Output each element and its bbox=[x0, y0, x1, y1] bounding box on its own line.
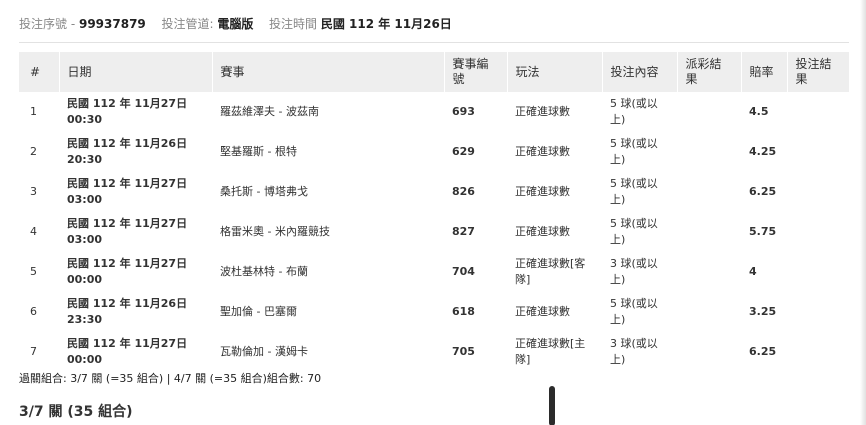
cell-date: 民國 112 年 11月27日 00:00 bbox=[67, 257, 188, 286]
cell-payout bbox=[677, 252, 741, 292]
cell-match: 堅基羅斯 - 根特 bbox=[220, 145, 297, 158]
channel-value: 電腦版 bbox=[217, 17, 254, 31]
time-value: 民國 112 年 11月26日 bbox=[320, 17, 452, 31]
cell-date: 民國 112 年 11月27日 00:30 bbox=[67, 97, 188, 126]
scrollbar-thumb[interactable] bbox=[549, 386, 555, 425]
header-match-code: 賽事編號 bbox=[444, 52, 508, 92]
cell-odds: 6.25 bbox=[749, 185, 777, 198]
serial-value: 99937879 bbox=[78, 17, 146, 31]
table-row: 3 民國 112 年 11月27日 03:00 桑托斯 - 博塔弗戈 826 正確進球數… bbox=[19, 172, 849, 212]
cell-result bbox=[787, 252, 849, 292]
header-match: 賽事 bbox=[212, 52, 445, 92]
bet-table: # 日期 賽事 賽事編號 玩法 投注內容 派彩結果 賠率 投注結果 1 民國 11… bbox=[19, 52, 850, 372]
cell-match-code: 826 bbox=[452, 185, 475, 198]
cell-odds: 6.25 bbox=[749, 345, 777, 358]
cell-date: 民國 112 年 11月27日 03:00 bbox=[67, 217, 188, 246]
cell-no: 1 bbox=[30, 105, 37, 118]
cell-no: 5 bbox=[30, 265, 37, 278]
bet-detail-page: 投注序號 - 99937879 投注管道: 電腦版 投注時間 民國 112 年 … bbox=[0, 0, 866, 425]
cell-date: 民國 112 年 11月26日 20:30 bbox=[67, 137, 188, 166]
cell-payout bbox=[677, 132, 741, 172]
cell-match: 羅茲維澤夫 - 波茲南 bbox=[220, 105, 319, 118]
cell-play: 正確進球數 bbox=[515, 185, 570, 198]
cell-match-code: 705 bbox=[452, 345, 475, 358]
header-odds: 賠率 bbox=[741, 52, 788, 92]
cell-content: 3 球(或以上) bbox=[610, 337, 658, 366]
time-label: 投注時間 bbox=[268, 17, 317, 31]
cell-content: 5 球(或以上) bbox=[610, 217, 658, 246]
cell-result bbox=[787, 92, 849, 132]
cell-play: 正確進球數[主隊] bbox=[515, 337, 586, 366]
channel-label: 投注管道: bbox=[161, 17, 214, 31]
cell-content: 5 球(或以上) bbox=[610, 97, 658, 126]
cell-payout bbox=[677, 92, 741, 132]
cell-match: 桑托斯 - 博塔弗戈 bbox=[220, 185, 308, 198]
header-divider bbox=[19, 42, 849, 43]
cell-match-code: 618 bbox=[452, 305, 475, 318]
cell-match: 聖加倫 - 巴塞爾 bbox=[220, 305, 297, 318]
table-row: 6 民國 112 年 11月26日 23:30 聖加倫 - 巴塞爾 618 正確進球數 5… bbox=[19, 292, 849, 332]
cell-no: 7 bbox=[30, 345, 37, 358]
cell-play: 正確進球數 bbox=[515, 305, 570, 318]
cell-match-code: 629 bbox=[452, 145, 475, 158]
cell-payout bbox=[677, 212, 741, 252]
section-title: 3/7 關 (35 組合) bbox=[19, 404, 133, 420]
header-result: 投注結果 bbox=[787, 52, 850, 92]
cell-date: 民國 112 年 11月27日 03:00 bbox=[67, 177, 188, 206]
cell-match: 波杜基林特 - 布蘭 bbox=[220, 265, 308, 278]
cell-play: 正確進球數[客隊] bbox=[515, 257, 586, 286]
table-row: 1 民國 112 年 11月27日 00:30 羅茲維澤夫 - 波茲南 693 正確進球… bbox=[19, 92, 849, 132]
cell-odds: 4 bbox=[749, 265, 757, 278]
cell-result bbox=[787, 172, 849, 212]
table-row: 2 民國 112 年 11月26日 20:30 堅基羅斯 - 根特 629 正確進球數 5… bbox=[19, 132, 849, 172]
table-header-row: # 日期 賽事 賽事編號 玩法 投注內容 派彩結果 賠率 投注結果 bbox=[19, 52, 850, 92]
cell-content: 5 球(或以上) bbox=[610, 137, 658, 166]
cell-match-code: 704 bbox=[452, 265, 475, 278]
cell-match-code: 827 bbox=[452, 225, 475, 238]
cell-result bbox=[787, 332, 849, 372]
cell-date: 民國 112 年 11月27日 00:00 bbox=[67, 337, 188, 366]
cell-odds: 5.75 bbox=[749, 225, 777, 238]
cell-no: 2 bbox=[30, 145, 37, 158]
cell-content: 5 球(或以上) bbox=[610, 177, 658, 206]
cell-play: 正確進球數 bbox=[515, 145, 570, 158]
cell-match: 瓦勒倫加 - 漢姆卡 bbox=[220, 345, 308, 358]
cell-result bbox=[787, 292, 849, 332]
table-row: 4 民國 112 年 11月27日 03:00 格雷米奧 - 米內羅競技 827 正確進… bbox=[19, 212, 849, 252]
combination-summary: 過關組合: 3/7 關 (=35 組合) | 4/7 關 (=35 組合)組合數… bbox=[19, 372, 322, 385]
cell-result bbox=[787, 132, 849, 172]
cell-play: 正確進球數 bbox=[515, 225, 570, 238]
table-row: 5 民國 112 年 11月27日 00:00 波杜基林特 - 布蘭 704 正確進球數… bbox=[19, 252, 849, 292]
cell-no: 3 bbox=[30, 185, 37, 198]
right-edge-shadow bbox=[860, 0, 866, 425]
header-content: 投注內容 bbox=[602, 52, 678, 92]
cell-no: 6 bbox=[30, 305, 37, 318]
bet-meta-line: 投注序號 - 99937879 投注管道: 電腦版 投注時間 民國 112 年 … bbox=[19, 16, 452, 32]
cell-match-code: 693 bbox=[452, 105, 475, 118]
cell-payout bbox=[677, 292, 741, 332]
cell-match: 格雷米奧 - 米內羅競技 bbox=[220, 225, 330, 238]
cell-odds: 4.5 bbox=[749, 105, 769, 118]
cell-result bbox=[787, 212, 849, 252]
cell-odds: 3.25 bbox=[749, 305, 777, 318]
cell-content: 5 球(或以上) bbox=[610, 297, 658, 326]
cell-content: 3 球(或以上) bbox=[610, 257, 658, 286]
cell-no: 4 bbox=[30, 225, 37, 238]
cell-payout bbox=[677, 332, 741, 372]
header-no: # bbox=[19, 52, 60, 92]
header-date: 日期 bbox=[59, 52, 213, 92]
header-play: 玩法 bbox=[507, 52, 603, 92]
cell-play: 正確進球數 bbox=[515, 105, 570, 118]
cell-date: 民國 112 年 11月26日 23:30 bbox=[67, 297, 188, 326]
header-payout: 派彩結果 bbox=[677, 52, 742, 92]
cell-odds: 4.25 bbox=[749, 145, 777, 158]
table-row: 7 民國 112 年 11月27日 00:00 瓦勒倫加 - 漢姆卡 705 正確進球數… bbox=[19, 332, 849, 372]
cell-payout bbox=[677, 172, 741, 212]
serial-label: 投注序號 - bbox=[19, 17, 76, 31]
